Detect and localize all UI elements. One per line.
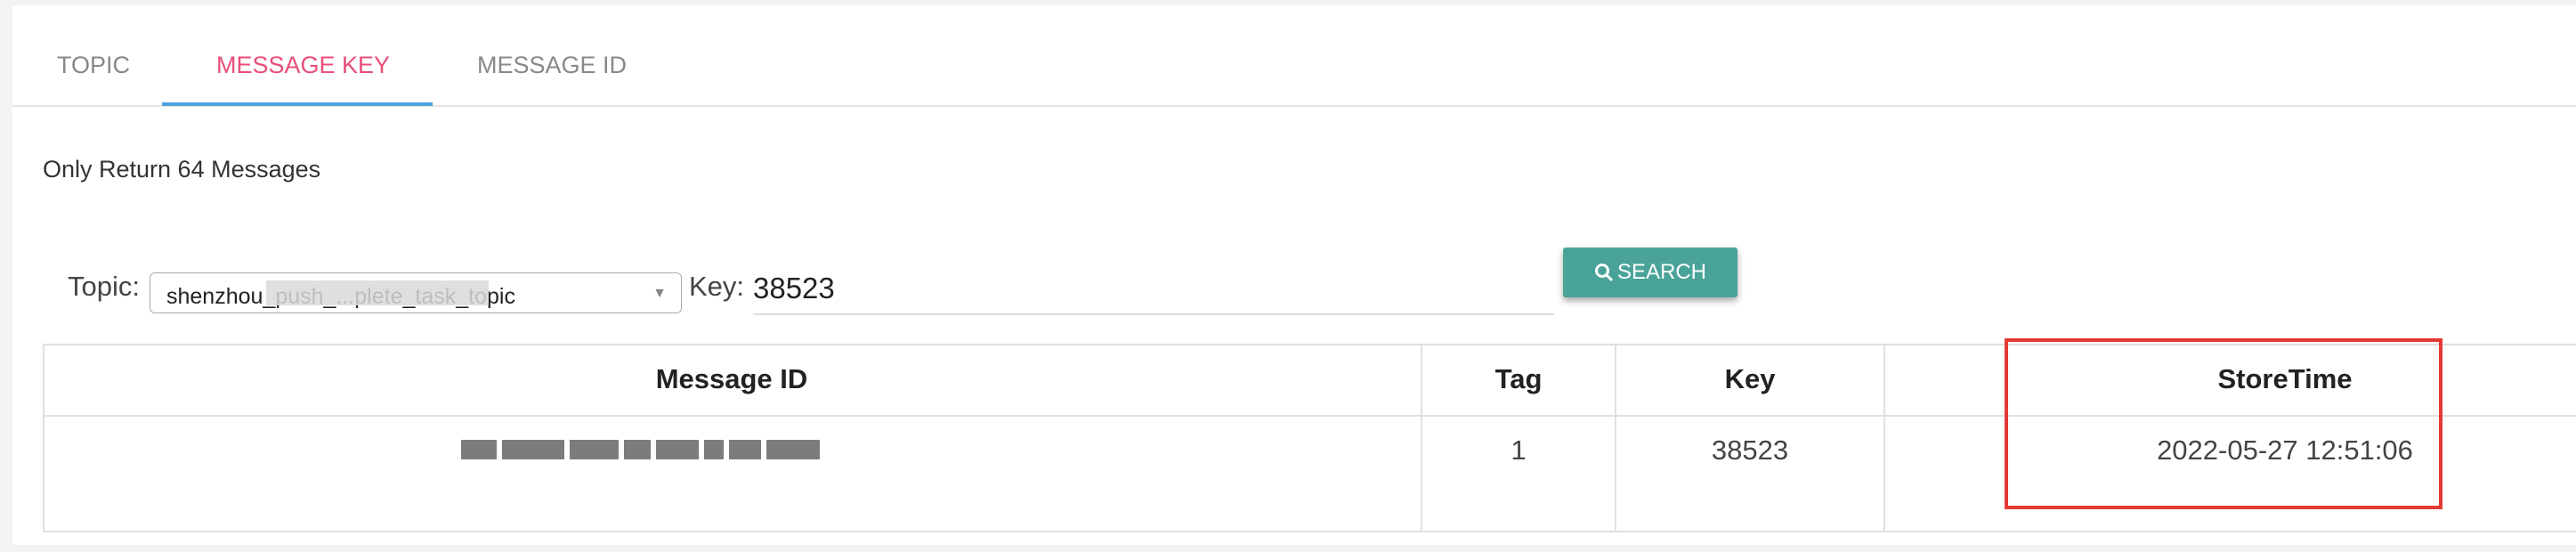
- column-header-key: Key: [1724, 363, 1776, 394]
- tab-message-id[interactable]: MESSAGE ID: [477, 52, 627, 79]
- tab-bar: TOPIC MESSAGE KEY MESSAGE ID: [12, 0, 2576, 107]
- message-id-cell-redacted: [461, 440, 820, 459]
- column-header-tag: Tag: [1495, 363, 1543, 394]
- topic-select[interactable]: shenzhou_push_...plete_task_topic ▼: [150, 272, 682, 313]
- search-button[interactable]: SEARCH: [1563, 248, 1738, 297]
- active-tab-indicator: [162, 102, 433, 106]
- key-cell: 38523: [1711, 434, 1789, 466]
- tag-cell: 1: [1511, 434, 1527, 466]
- table-border-bottom: [43, 531, 2576, 532]
- search-button-label: SEARCH: [1616, 260, 1707, 284]
- tab-topic[interactable]: TOPIC: [57, 52, 130, 79]
- search-icon: [1594, 264, 1614, 282]
- key-input[interactable]: [753, 264, 1554, 315]
- highlight-box: [2005, 338, 2442, 509]
- chevron-down-icon: ▼: [652, 286, 667, 301]
- topic-label: Topic:: [68, 271, 140, 302]
- tab-message-key[interactable]: MESSAGE KEY: [216, 52, 390, 79]
- redaction-mask: [266, 280, 489, 305]
- key-label: Key:: [689, 271, 745, 302]
- column-header-message-id: Message ID: [655, 363, 808, 394]
- result-limit-notice: Only Return 64 Messages: [43, 156, 321, 183]
